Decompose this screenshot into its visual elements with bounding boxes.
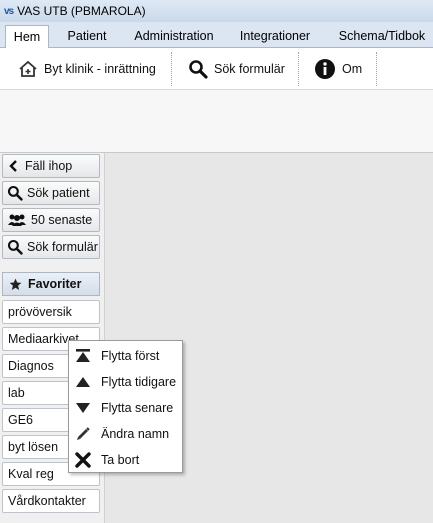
favorite-item[interactable]: prövöversik bbox=[2, 300, 100, 324]
sidebar-search-form-button[interactable]: Sök formulär bbox=[2, 235, 100, 259]
toolbar-search-form-label: Sök formulär bbox=[214, 62, 285, 76]
tab-hem[interactable]: Hem bbox=[5, 25, 49, 49]
rename-label: Ändra namn bbox=[101, 427, 170, 441]
collapse-button[interactable]: Fäll ihop bbox=[2, 154, 100, 178]
switch-clinic-label: Byt klinik - inrättning bbox=[44, 62, 156, 76]
collapse-label: Fäll ihop bbox=[25, 159, 73, 173]
move-first-menu-item[interactable]: Flytta först bbox=[69, 343, 182, 369]
move-first-label: Flytta först bbox=[101, 349, 160, 363]
star-icon bbox=[9, 278, 22, 290]
about-button[interactable]: Om bbox=[314, 56, 362, 82]
sidebar-search-form-label: Sök formulär bbox=[27, 240, 98, 254]
home-plus-icon bbox=[19, 60, 37, 77]
tab-administration[interactable]: Administration bbox=[126, 24, 222, 48]
move-down-icon bbox=[69, 402, 97, 414]
move-down-label: Flytta senare bbox=[101, 401, 174, 415]
about-label: Om bbox=[342, 62, 363, 76]
tab-integrationer[interactable]: Integrationer bbox=[232, 24, 318, 48]
search-icon bbox=[189, 60, 208, 79]
users-icon bbox=[8, 214, 26, 226]
recent-patients-button[interactable]: 50 senaste bbox=[2, 208, 100, 232]
favorites-header-label: Favoriter bbox=[28, 277, 82, 291]
move-up-label: Flytta tidigare bbox=[101, 375, 177, 389]
window-titlebar: vs VAS UTB (PBMAROLA) bbox=[0, 0, 433, 22]
toolbar-separator bbox=[376, 52, 377, 86]
move-first-icon bbox=[69, 348, 97, 364]
search-icon bbox=[7, 239, 23, 255]
move-up-icon bbox=[69, 376, 97, 388]
favorites-header[interactable]: Favoriter bbox=[2, 272, 100, 296]
ribbon-toolbar: Byt klinik - inrättning Sök formulär Om bbox=[0, 48, 433, 90]
switch-clinic-button[interactable]: Byt klinik - inrättning bbox=[18, 56, 156, 82]
app-logo-icon: vs bbox=[4, 5, 14, 17]
search-patient-button[interactable]: Sök patient bbox=[2, 181, 100, 205]
info-icon bbox=[315, 59, 335, 79]
tab-schema-tidbok[interactable]: Schema/Tidbok bbox=[334, 24, 430, 48]
favorite-item[interactable]: Vårdkontakter bbox=[2, 489, 100, 513]
rename-menu-item[interactable]: Ändra namn bbox=[69, 421, 182, 447]
ribbon-tabs: Hem Patient Administration Integrationer… bbox=[0, 22, 433, 49]
recent-patients-label: 50 senaste bbox=[31, 213, 93, 227]
favorite-context-menu: Flytta först Flytta tidigare Flytta sena… bbox=[68, 340, 183, 473]
toolbar-separator bbox=[298, 52, 299, 86]
delete-menu-item[interactable]: Ta bort bbox=[69, 447, 182, 473]
toolbar-search-form-button[interactable]: Sök formulär bbox=[188, 56, 285, 82]
toolbar-separator bbox=[171, 52, 172, 86]
delete-x-icon bbox=[69, 452, 97, 468]
move-up-menu-item[interactable]: Flytta tidigare bbox=[69, 369, 182, 395]
chevron-left-icon bbox=[9, 160, 17, 172]
search-patient-label: Sök patient bbox=[27, 186, 90, 200]
pencil-icon bbox=[69, 426, 97, 442]
search-icon bbox=[7, 185, 23, 201]
window-title: VAS UTB (PBMAROLA) bbox=[17, 4, 146, 18]
delete-label: Ta bort bbox=[101, 453, 140, 467]
move-down-menu-item[interactable]: Flytta senare bbox=[69, 395, 182, 421]
tab-patient[interactable]: Patient bbox=[58, 24, 116, 48]
ribbon-band bbox=[0, 90, 433, 153]
